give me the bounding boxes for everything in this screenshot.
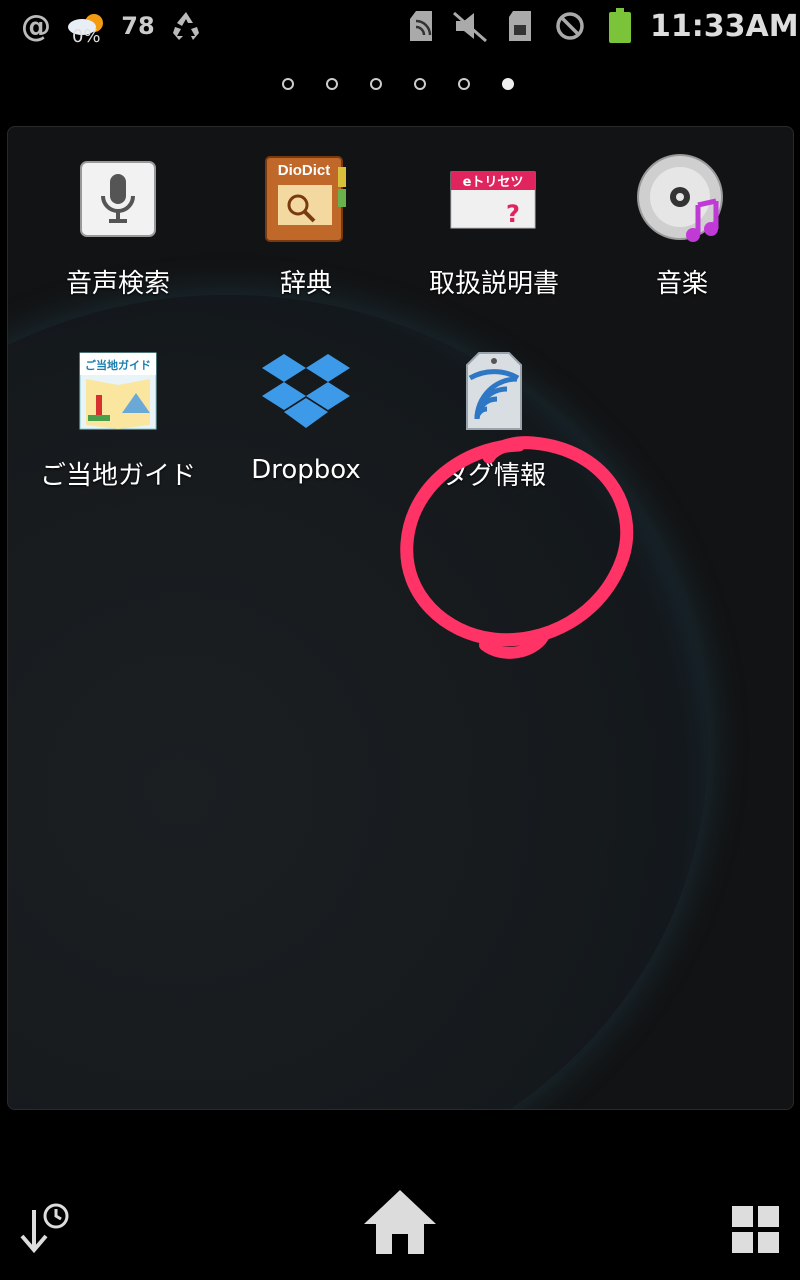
recent-icon [20,1203,69,1254]
annotation-circle [400,436,634,659]
recent-button[interactable] [12,1200,76,1260]
status-bar: @ 0% 78 11:33AM [0,0,800,52]
clock-text: 11:33AM [650,8,799,44]
page-dot-active [502,78,514,90]
sd-card-icon [502,0,538,52]
page-dot [282,78,294,90]
app-dictionary[interactable]: DioDict 辞典 [211,153,401,303]
app-label: 辞典 [279,269,332,299]
home-icon [364,1190,436,1254]
manual-title: eトリセツ [463,175,524,190]
dropbox-icon [260,345,352,437]
app-label: 音声検索 [65,269,170,299]
dictionary-title: DioDict [278,162,331,179]
svg-text:?: ? [506,200,520,228]
mute-icon [448,0,492,52]
voice-search-icon [72,153,164,245]
bottom-bar [0,1170,800,1280]
app-music[interactable]: 音楽 [587,153,777,303]
no-signal-icon [552,0,588,52]
apps-button[interactable] [730,1204,782,1256]
manual-icon: eトリセツ ? [448,153,540,245]
app-manual[interactable]: eトリセツ ? 取扱説明書 [399,153,589,303]
page-dot [414,78,426,90]
guide-title: ご当地ガイド [85,358,151,372]
temperature-text: 78 [121,12,155,40]
app-label: 音楽 [655,269,708,299]
dictionary-icon: DioDict [260,153,352,245]
page-dot [326,78,338,90]
home-button[interactable] [360,1186,440,1258]
page-dot [370,78,382,90]
app-voice-search[interactable]: 音声検索 [23,153,213,303]
app-label: Dropbox [251,455,361,485]
app-drawer-panel: 音声検索 DioDict 辞典 eトリセツ ? 取扱説明書 音楽 ご当地ガイド … [7,126,794,1110]
music-icon [636,153,728,245]
weather-percent: 0% [72,26,101,47]
apps-grid-icon [732,1206,779,1253]
app-dropbox[interactable]: Dropbox [211,345,401,495]
battery-icon [604,0,636,52]
recycle-icon [164,0,208,52]
at-icon: @ [21,8,51,44]
app-local-guide[interactable]: ご当地ガイド ご当地ガイド [23,345,213,495]
local-guide-icon: ご当地ガイド [72,345,164,437]
app-label: ご当地ガイド [39,461,196,491]
tag-info-icon [448,345,540,437]
page-indicator [280,74,520,98]
nfc-icon [406,0,436,52]
app-label: 取扱説明書 [428,269,559,299]
page-dot [458,78,470,90]
